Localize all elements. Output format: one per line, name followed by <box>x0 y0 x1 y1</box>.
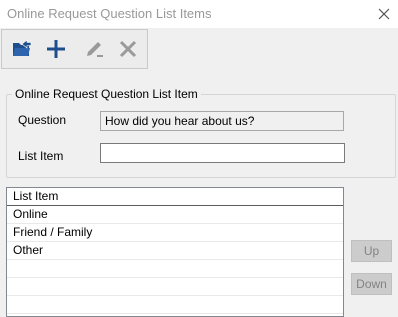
delete-button[interactable] <box>113 34 143 64</box>
close-button[interactable] <box>370 0 398 28</box>
toolbar <box>1 29 148 69</box>
delete-x-icon <box>119 40 137 58</box>
question-field: How did you hear about us? <box>100 111 344 131</box>
add-icon <box>47 40 65 58</box>
window-title: Online Request Question List Items <box>7 6 212 21</box>
list-item[interactable] <box>7 260 343 278</box>
list-item[interactable] <box>7 296 343 314</box>
up-button[interactable]: Up <box>351 240 392 262</box>
edit-pencil-icon <box>87 42 103 57</box>
list-column-header[interactable]: List Item <box>7 188 343 206</box>
list-item-groupbox: Online Request Question List Item <box>6 87 396 178</box>
list-item-input[interactable] <box>100 143 345 163</box>
down-button[interactable]: Down <box>351 273 392 295</box>
question-label: Question <box>18 113 67 127</box>
list-item[interactable]: Other <box>7 242 343 260</box>
list-item-label: List Item <box>18 149 64 163</box>
edit-button[interactable] <box>79 34 109 64</box>
list-item[interactable] <box>7 278 343 296</box>
title-bar: Online Request Question List Items <box>0 0 398 28</box>
open-button[interactable] <box>7 34 37 64</box>
list-items-listview[interactable]: List Item Online Friend / Family Other <box>6 187 344 317</box>
group-legend: Online Request Question List Item <box>15 87 198 101</box>
list-item[interactable]: Friend / Family <box>7 224 343 242</box>
close-icon <box>378 8 390 20</box>
add-button[interactable] <box>41 34 71 64</box>
open-folder-icon <box>13 39 32 56</box>
list-item[interactable]: Online <box>7 206 343 224</box>
